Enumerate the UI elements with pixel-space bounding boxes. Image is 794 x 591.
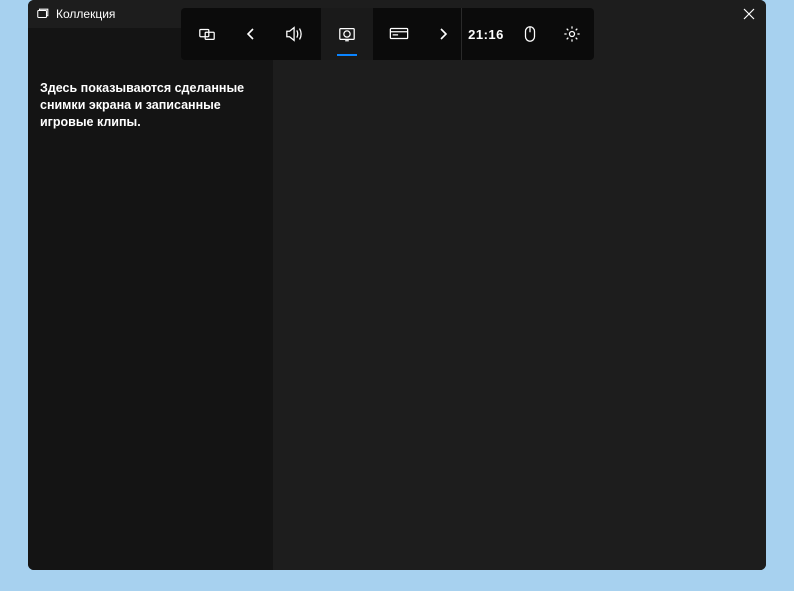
window-body: Здесь показываются сделанные снимки экра…: [28, 28, 766, 570]
close-button[interactable]: [740, 5, 758, 23]
main-content-area: [273, 28, 766, 570]
mouse-button[interactable]: [510, 8, 550, 60]
next-button[interactable]: [425, 8, 461, 60]
previous-button[interactable]: [233, 8, 269, 60]
collection-icon: [36, 7, 50, 21]
window-title: Коллекция: [56, 7, 115, 21]
collection-window: Коллекция Здесь показываются сделанные с…: [28, 0, 766, 570]
sidebar: Здесь показываются сделанные снимки экра…: [28, 28, 273, 570]
settings-button[interactable]: [550, 8, 594, 60]
performance-button[interactable]: [373, 8, 425, 60]
sidebar-empty-message: Здесь показываются сделанные снимки экра…: [40, 80, 261, 131]
game-bar-toolbar: 21:16: [181, 8, 594, 60]
audio-button[interactable]: [269, 8, 321, 60]
titlebar-left: Коллекция: [36, 7, 115, 21]
clock: 21:16: [462, 8, 510, 60]
capture-button[interactable]: [321, 8, 373, 60]
widgets-button[interactable]: [181, 8, 233, 60]
